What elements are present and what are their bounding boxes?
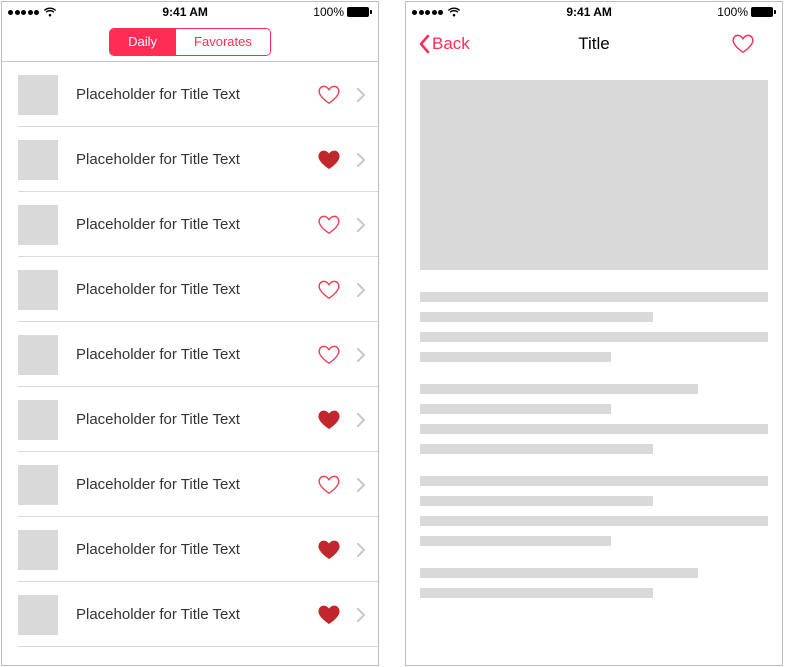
- status-time: 9:41 AM: [566, 5, 612, 19]
- segment-daily[interactable]: Daily: [110, 29, 175, 55]
- list-item[interactable]: Placeholder for Title Text: [2, 127, 378, 192]
- text-line-placeholder: [420, 476, 768, 486]
- thumbnail-placeholder: [18, 75, 58, 115]
- chevron-right-icon: [356, 87, 366, 103]
- text-line-placeholder: [420, 588, 653, 598]
- battery-percent: 100%: [717, 5, 748, 19]
- chevron-right-icon: [356, 217, 366, 233]
- text-line-placeholder: [420, 312, 653, 322]
- chevron-right-icon: [356, 282, 366, 298]
- back-label: Back: [432, 34, 470, 54]
- chevron-right-icon: [356, 477, 366, 493]
- favorite-toggle[interactable]: [318, 539, 340, 561]
- wifi-icon: [447, 7, 461, 17]
- favorite-toggle[interactable]: [318, 84, 340, 106]
- text-paragraph-placeholder: [420, 568, 768, 598]
- text-line-placeholder: [420, 536, 611, 546]
- item-title: Placeholder for Title Text: [76, 541, 318, 558]
- wifi-icon: [43, 7, 57, 17]
- text-line-placeholder: [420, 496, 653, 506]
- status-bar: 9:41 AM 100%: [2, 2, 378, 22]
- list-item[interactable]: Placeholder for Title Text: [2, 62, 378, 127]
- favorite-toggle[interactable]: [318, 149, 340, 171]
- favorite-toggle[interactable]: [318, 604, 340, 626]
- favorite-toggle[interactable]: [318, 279, 340, 301]
- text-line-placeholder: [420, 352, 611, 362]
- favorite-toggle[interactable]: [318, 474, 340, 496]
- status-time: 9:41 AM: [162, 5, 208, 19]
- thumbnail-placeholder: [18, 530, 58, 570]
- detail-content: [406, 66, 782, 598]
- text-line-placeholder: [420, 384, 698, 394]
- thumbnail-placeholder: [18, 270, 58, 310]
- hero-image-placeholder: [420, 80, 768, 270]
- battery-icon: [347, 7, 372, 17]
- favorite-toggle[interactable]: [318, 214, 340, 236]
- thumbnail-placeholder: [18, 400, 58, 440]
- item-title: Placeholder for Title Text: [76, 216, 318, 233]
- item-title: Placeholder for Title Text: [76, 606, 318, 623]
- text-line-placeholder: [420, 568, 698, 578]
- text-line-placeholder: [420, 516, 768, 526]
- segmented-control-wrap: Daily Favorates: [2, 22, 378, 62]
- detail-screen: 9:41 AM 100% Back Title: [405, 1, 783, 666]
- text-line-placeholder: [420, 404, 611, 414]
- item-title: Placeholder for Title Text: [76, 411, 318, 428]
- favorite-toggle[interactable]: [318, 344, 340, 366]
- status-right: 100%: [717, 5, 776, 19]
- item-title: Placeholder for Title Text: [76, 151, 318, 168]
- text-paragraph-placeholder: [420, 292, 768, 362]
- signal-dots-icon: [8, 10, 39, 15]
- thumbnail-placeholder: [18, 140, 58, 180]
- list-item[interactable]: Placeholder for Title Text: [2, 322, 378, 387]
- back-button[interactable]: Back: [418, 34, 470, 54]
- text-line-placeholder: [420, 444, 653, 454]
- battery-percent: 100%: [313, 5, 344, 19]
- battery-icon: [751, 7, 776, 17]
- thumbnail-placeholder: [18, 335, 58, 375]
- heart-outline-icon: [732, 34, 754, 54]
- text-paragraph-placeholder: [420, 476, 768, 546]
- chevron-left-icon: [418, 34, 430, 54]
- thumbnail-placeholder: [18, 205, 58, 245]
- thumbnail-placeholder: [18, 465, 58, 505]
- chevron-right-icon: [356, 542, 366, 558]
- chevron-right-icon: [356, 152, 366, 168]
- item-list: Placeholder for Title Text Placeholder fo…: [2, 62, 378, 647]
- item-title: Placeholder for Title Text: [76, 86, 318, 103]
- text-line-placeholder: [420, 292, 768, 302]
- status-right: 100%: [313, 5, 372, 19]
- favorite-toggle[interactable]: [318, 409, 340, 431]
- text-line-placeholder: [420, 424, 768, 434]
- signal-dots-icon: [412, 10, 443, 15]
- status-bar: 9:41 AM 100%: [406, 2, 782, 22]
- list-screen: 9:41 AM 100% Daily Favorates Placeholder…: [1, 1, 379, 666]
- text-paragraph-placeholder: [420, 384, 768, 454]
- favorite-button[interactable]: [732, 33, 754, 55]
- item-title: Placeholder for Title Text: [76, 281, 318, 298]
- list-item[interactable]: Placeholder for Title Text: [2, 582, 378, 647]
- text-line-placeholder: [420, 332, 768, 342]
- item-title: Placeholder for Title Text: [76, 346, 318, 363]
- list-item[interactable]: Placeholder for Title Text: [2, 257, 378, 322]
- segmented-control: Daily Favorates: [109, 28, 271, 56]
- list-item[interactable]: Placeholder for Title Text: [2, 517, 378, 582]
- nav-bar: Back Title: [406, 22, 782, 66]
- segment-favorates[interactable]: Favorates: [175, 29, 270, 55]
- status-left: [8, 7, 57, 17]
- list-item[interactable]: Placeholder for Title Text: [2, 192, 378, 257]
- chevron-right-icon: [356, 347, 366, 363]
- list-item[interactable]: Placeholder for Title Text: [2, 387, 378, 452]
- chevron-right-icon: [356, 607, 366, 623]
- list-item[interactable]: Placeholder for Title Text: [2, 452, 378, 517]
- thumbnail-placeholder: [18, 595, 58, 635]
- item-title: Placeholder for Title Text: [76, 476, 318, 493]
- status-left: [412, 7, 461, 17]
- chevron-right-icon: [356, 412, 366, 428]
